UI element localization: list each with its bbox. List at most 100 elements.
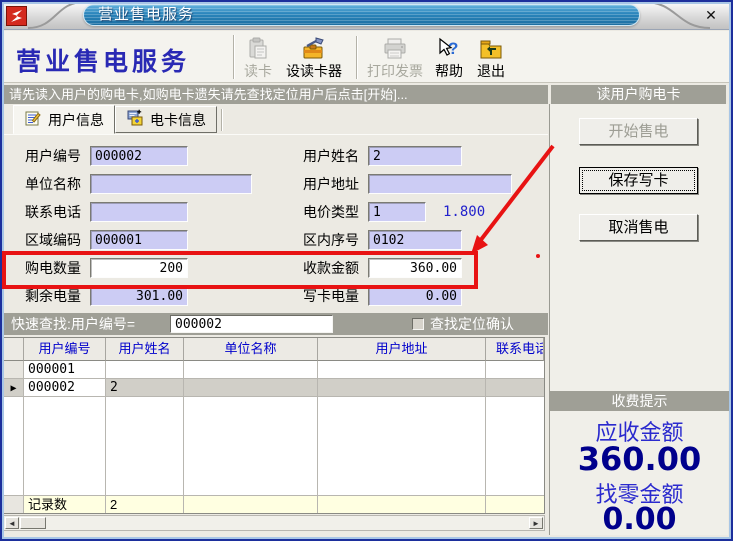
set-reader-label: 设读卡器 <box>286 62 342 80</box>
set-reader-button[interactable]: 设读卡器 <box>276 34 352 81</box>
save-write-card-button[interactable]: 保存写卡 <box>579 167 698 194</box>
print-invoice-button[interactable]: 打印发票 <box>362 34 428 81</box>
cell-user-name: 2 <box>106 379 184 397</box>
user-name-field[interactable] <box>368 146 462 166</box>
user-name-label: 用户姓名 <box>303 146 359 166</box>
scrollbar-thumb[interactable] <box>20 517 46 529</box>
area-seq-label: 区内序号 <box>303 230 359 250</box>
notepad-icon <box>24 109 42 130</box>
right-panel: 开始售电 保存写卡 取消售电 收费提示 应收金额 360.00 找零金额 0.0… <box>549 104 728 535</box>
cell-company <box>184 361 318 379</box>
change-value: 0.00 <box>550 502 729 537</box>
table-header-user-id: 用户编号 <box>24 338 106 361</box>
purchase-qty-label: 购电数量 <box>25 258 81 278</box>
table-header-selector <box>4 338 24 361</box>
purchase-qty-field[interactable] <box>90 258 188 278</box>
write-card-field[interactable] <box>368 286 462 306</box>
price-rate-text: 1.800 <box>443 202 485 222</box>
company-label: 单位名称 <box>25 174 81 194</box>
toolbox-icon <box>301 36 327 62</box>
receivable-value: 360.00 <box>550 440 729 478</box>
quick-search-input[interactable] <box>170 315 333 333</box>
tab-card-info-label: 电卡信息 <box>150 110 206 130</box>
user-id-label: 用户编号 <box>25 146 81 166</box>
card-reader-icon <box>246 36 270 62</box>
card-plus-icon <box>126 109 144 130</box>
cell-user-id: 000002 <box>24 379 106 397</box>
tab-user-info[interactable]: 用户信息 <box>13 105 115 134</box>
quick-search-bar: 快速查找:用户编号= 查找定位确认 <box>3 313 548 335</box>
help-label: 帮助 <box>435 62 463 80</box>
fee-panel-header: 收费提示 <box>550 391 729 411</box>
row-selector-cell <box>4 361 24 379</box>
user-table: 用户编号 用户姓名 单位名称 用户地址 联系电话 000001 ▶ 000002… <box>3 337 545 514</box>
read-card-label: 读卡 <box>244 62 272 80</box>
amount-label: 收款金额 <box>303 258 359 278</box>
horizontal-scrollbar[interactable]: ◄ ► <box>3 515 545 531</box>
row-marker-icon: ▶ <box>10 383 16 394</box>
read-card-button[interactable]: 读卡 <box>240 34 276 81</box>
user-info-form: 用户编号 用户姓名 单位名称 用户地址 联系电话 电价类型 1.800 区域编码… <box>3 134 548 313</box>
scroll-left-button[interactable]: ◄ <box>5 517 19 529</box>
area-seq-field[interactable] <box>368 230 462 250</box>
close-button[interactable]: ✕ <box>702 6 720 24</box>
record-count-value: 2 <box>106 495 184 513</box>
cell-phone <box>486 361 544 379</box>
scroll-right-button[interactable]: ► <box>529 517 543 529</box>
start-sale-button[interactable]: 开始售电 <box>579 118 698 145</box>
row-selector-cell: ▶ <box>4 379 24 397</box>
write-card-label: 写卡电量 <box>303 286 359 306</box>
title-bar: 营业售电服务 ✕ <box>0 0 733 30</box>
price-type-field[interactable] <box>368 202 426 222</box>
table-footer-row: 记录数 2 <box>4 495 544 513</box>
status-message-bar: 请先读入用户的购电卡,如购电卡遗失请先查找定位用户后点击[开始]... <box>3 85 548 104</box>
right-panel-header: 读用户购电卡 <box>551 85 726 104</box>
exit-label: 退出 <box>477 62 505 80</box>
tab-card-info[interactable]: 电卡信息 <box>115 106 217 133</box>
address-field[interactable] <box>368 174 512 194</box>
area-code-label: 区域编码 <box>25 230 81 250</box>
help-button[interactable]: ? 帮助 <box>428 34 470 81</box>
user-id-field[interactable] <box>90 146 188 166</box>
titlebar-curve-left <box>26 0 86 30</box>
exit-button[interactable]: 退出 <box>470 34 512 81</box>
printer-icon <box>383 36 407 62</box>
cell-user-id: 000001 <box>24 361 106 379</box>
table-header-user-name: 用户姓名 <box>106 338 184 361</box>
app-title: 营业售电服务 <box>16 42 190 78</box>
toolbar: 营业售电服务 读卡 <box>2 31 731 83</box>
phone-field[interactable] <box>90 202 188 222</box>
price-type-label: 电价类型 <box>303 202 359 222</box>
locate-confirm-checkbox[interactable] <box>412 318 424 330</box>
toolbar-separator <box>233 35 235 79</box>
cell-address <box>318 361 486 379</box>
table-row[interactable]: 000001 <box>4 361 544 379</box>
table-empty-area <box>4 397 544 495</box>
address-label: 用户地址 <box>303 174 359 194</box>
area-code-field[interactable] <box>90 230 188 250</box>
locate-confirm-label: 查找定位确认 <box>430 313 514 335</box>
table-header-phone: 联系电话 <box>486 338 544 361</box>
table-header-address: 用户地址 <box>318 338 486 361</box>
print-invoice-label: 打印发票 <box>367 62 423 80</box>
quick-search-label: 快速查找:用户编号= <box>11 313 135 335</box>
amount-field[interactable] <box>368 258 462 278</box>
window-title: 营业售电服务 <box>83 4 640 26</box>
remaining-label: 剩余电量 <box>25 286 81 306</box>
cancel-sale-button[interactable]: 取消售电 <box>579 214 698 241</box>
tab-user-info-label: 用户信息 <box>48 110 104 130</box>
toolbar-group-separator <box>356 36 358 79</box>
cell-company <box>184 379 318 397</box>
table-row-selected[interactable]: ▶ 000002 2 <box>4 379 544 397</box>
exit-icon <box>479 36 503 62</box>
company-field[interactable] <box>90 174 252 194</box>
cell-user-name <box>106 361 184 379</box>
tab-bar: 用户信息 电卡信息 <box>3 105 548 134</box>
cell-phone <box>486 379 544 397</box>
remaining-field[interactable] <box>90 286 188 306</box>
record-count-label: 记录数 <box>24 495 106 513</box>
annotation-dot <box>536 254 540 258</box>
help-icon: ? <box>436 36 462 62</box>
tab-separator <box>221 109 223 131</box>
table-header-company: 单位名称 <box>184 338 318 361</box>
